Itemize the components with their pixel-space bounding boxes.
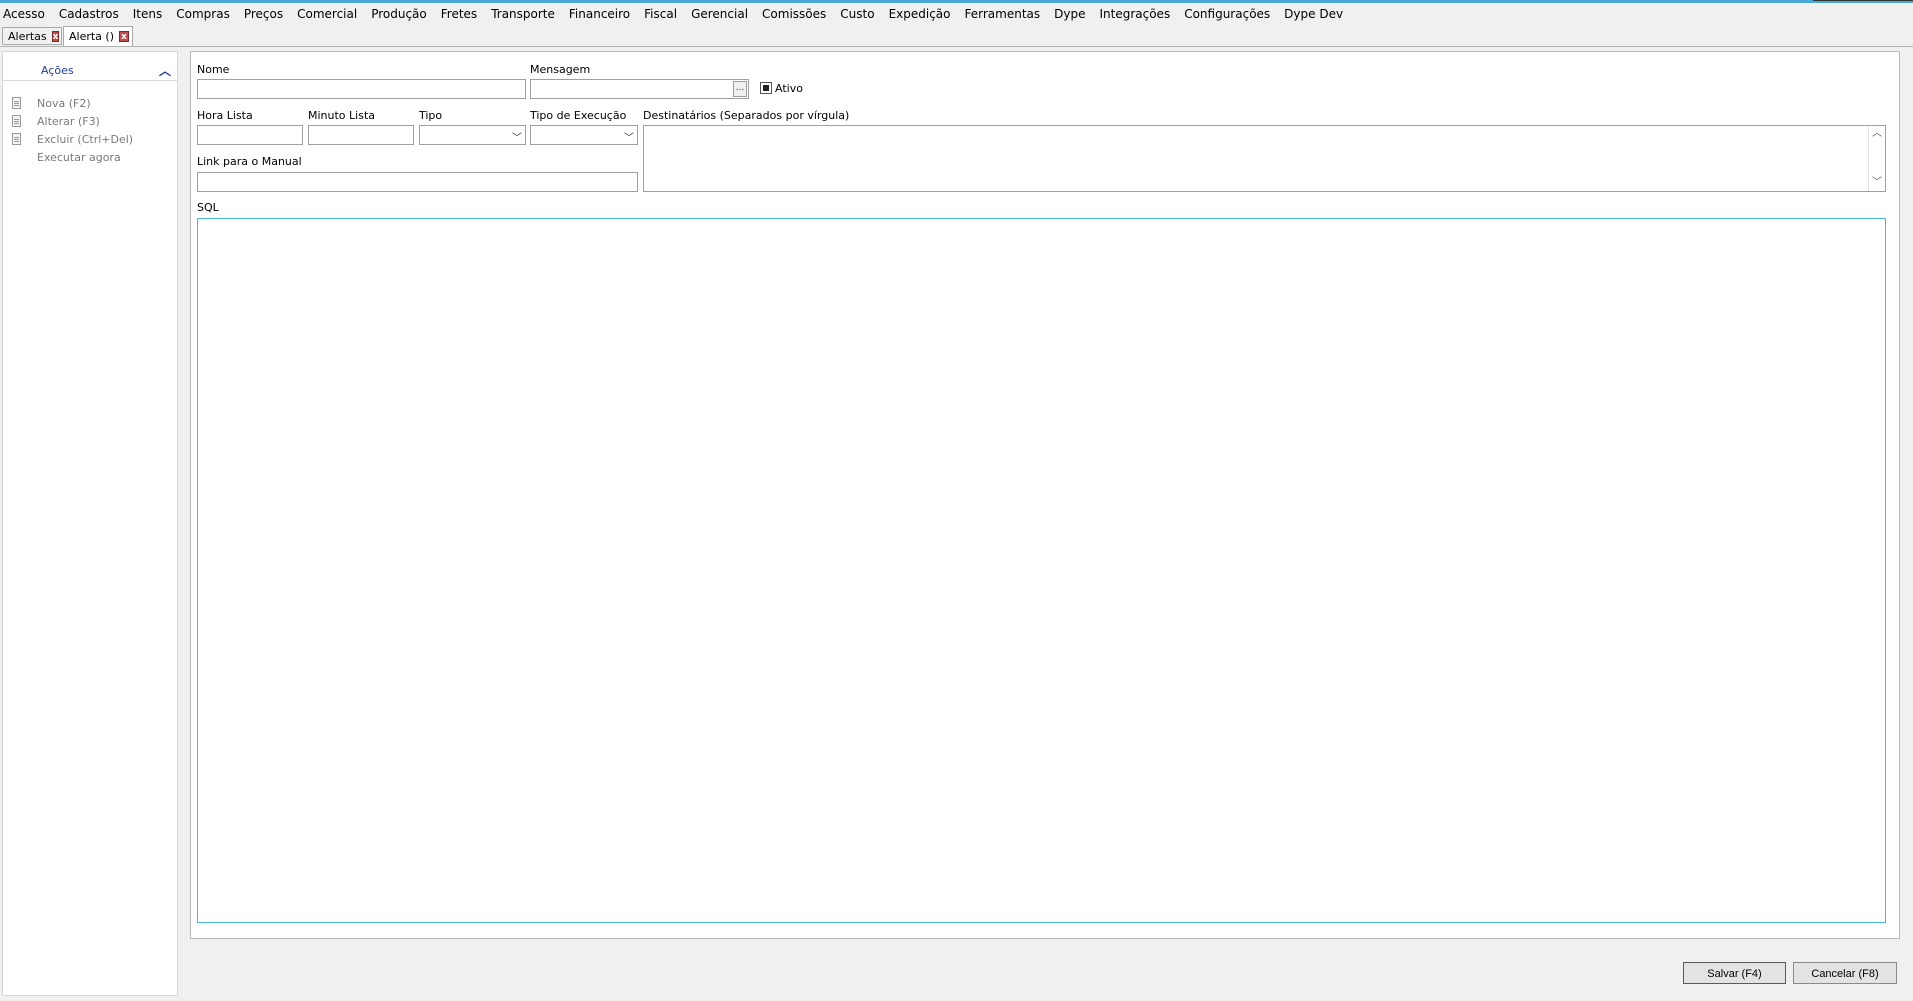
actions-panel: Ações ︿ Nova (F2) Alterar (F3) Excluir (… (2, 51, 178, 996)
blank-icon (11, 151, 23, 164)
document-icon (11, 114, 23, 128)
action-executar-agora[interactable]: Executar agora (11, 148, 121, 166)
destinatarios-label: Destinatários (Separados por vírgula) (643, 109, 850, 122)
ativo-label: Ativo (775, 82, 803, 95)
minuto-lista-label: Minuto Lista (308, 109, 375, 122)
tab-alerta[interactable]: Alerta () x (63, 26, 133, 46)
save-button[interactable]: Salvar (F4) (1683, 962, 1786, 984)
menu-item-configuracoes[interactable]: Configurações (1177, 3, 1277, 25)
actions-header-label: Ações (41, 64, 74, 77)
destinatarios-scrollbar[interactable]: ︿ ﹀ (1868, 126, 1885, 191)
nome-input[interactable] (197, 79, 526, 99)
menu-bar: Acesso Cadastros Itens Compras Preços Comerci… (0, 3, 1913, 25)
menu-item-financeiro[interactable]: Financeiro (562, 3, 637, 25)
action-nova-label: Nova (F2) (37, 96, 91, 110)
ativo-checkbox[interactable] (760, 82, 772, 94)
menu-item-precos[interactable]: Preços (237, 3, 290, 25)
mensagem-label: Mensagem (530, 63, 591, 76)
action-excluir-label: Excluir (Ctrl+Del) (37, 132, 134, 146)
menu-item-expedicao[interactable]: Expedição (882, 3, 958, 25)
link-manual-label: Link para o Manual (197, 155, 302, 168)
menu-item-compras[interactable]: Compras (169, 3, 237, 25)
chevron-down-icon: ﹀ (512, 133, 522, 144)
menu-item-custo[interactable]: Custo (833, 3, 881, 25)
menu-item-transporte[interactable]: Transporte (484, 3, 562, 25)
menu-item-comercial[interactable]: Comercial (290, 3, 364, 25)
action-executar-agora-label: Executar agora (37, 150, 121, 164)
content-area: Ações ︿ Nova (F2) Alterar (F3) Excluir (… (0, 46, 1913, 1001)
tab-alerta-label: Alerta () (69, 30, 115, 43)
menu-item-cadastros[interactable]: Cadastros (52, 3, 126, 25)
menu-item-fiscal[interactable]: Fiscal (637, 3, 684, 25)
hora-lista-label: Hora Lista (197, 109, 253, 122)
actions-header[interactable]: Ações ︿ (3, 60, 177, 81)
document-icon (11, 96, 23, 110)
link-manual-input[interactable] (197, 172, 638, 192)
tipo-execucao-label: Tipo de Execução (530, 109, 627, 122)
menu-item-acesso[interactable]: Acesso (0, 3, 52, 25)
menu-item-producao[interactable]: Produção (364, 3, 434, 25)
window-top-strip-dark (1813, 0, 1913, 1)
action-nova[interactable]: Nova (F2) (11, 94, 91, 112)
action-excluir[interactable]: Excluir (Ctrl+Del) (11, 130, 133, 148)
document-icon (11, 132, 23, 146)
destinatarios-textarea[interactable]: ︿ ﹀ (643, 125, 1886, 192)
scroll-down-icon[interactable]: ﹀ (1869, 175, 1885, 191)
tab-alerta-close-icon[interactable]: x (119, 31, 129, 42)
minuto-lista-input[interactable] (308, 125, 414, 145)
sql-editor[interactable] (197, 218, 1886, 923)
tab-alertas[interactable]: Alertas x (2, 27, 62, 45)
mensagem-browse-button[interactable]: ... (733, 81, 747, 97)
tab-alertas-close-icon[interactable]: x (51, 30, 60, 42)
menu-item-dype[interactable]: Dype (1047, 3, 1092, 25)
cancel-button[interactable]: Cancelar (F8) (1793, 962, 1897, 984)
sql-label: SQL (197, 201, 219, 214)
menu-item-gerencial[interactable]: Gerencial (684, 3, 755, 25)
menu-item-itens[interactable]: Itens (126, 3, 169, 25)
menu-item-integracoes[interactable]: Integrações (1092, 3, 1177, 25)
action-alterar[interactable]: Alterar (F3) (11, 112, 100, 130)
menu-item-dype-dev[interactable]: Dype Dev (1277, 3, 1350, 25)
mensagem-input[interactable]: ... (530, 79, 749, 99)
action-alterar-label: Alterar (F3) (37, 114, 100, 128)
tab-alertas-label: Alertas (8, 29, 47, 43)
hora-lista-input[interactable] (197, 125, 303, 145)
menu-item-comissoes[interactable]: Comissões (755, 3, 833, 25)
tipo-execucao-select[interactable]: ﹀ (530, 125, 638, 145)
tipo-select[interactable]: ﹀ (419, 125, 526, 145)
chevron-up-icon[interactable]: ︿ (159, 62, 171, 79)
alert-form: Nome Mensagem ... Ativo Hora Lista Minut… (190, 51, 1900, 939)
menu-item-fretes[interactable]: Fretes (434, 3, 484, 25)
tab-bar: Alertas x Alerta () x (0, 25, 1913, 46)
checkbox-check-icon (763, 85, 769, 91)
chevron-down-icon: ﹀ (624, 133, 634, 144)
menu-item-ferramentas[interactable]: Ferramentas (958, 3, 1048, 25)
nome-label: Nome (197, 63, 230, 76)
tipo-label: Tipo (419, 109, 443, 122)
scroll-up-icon[interactable]: ︿ (1869, 126, 1885, 142)
